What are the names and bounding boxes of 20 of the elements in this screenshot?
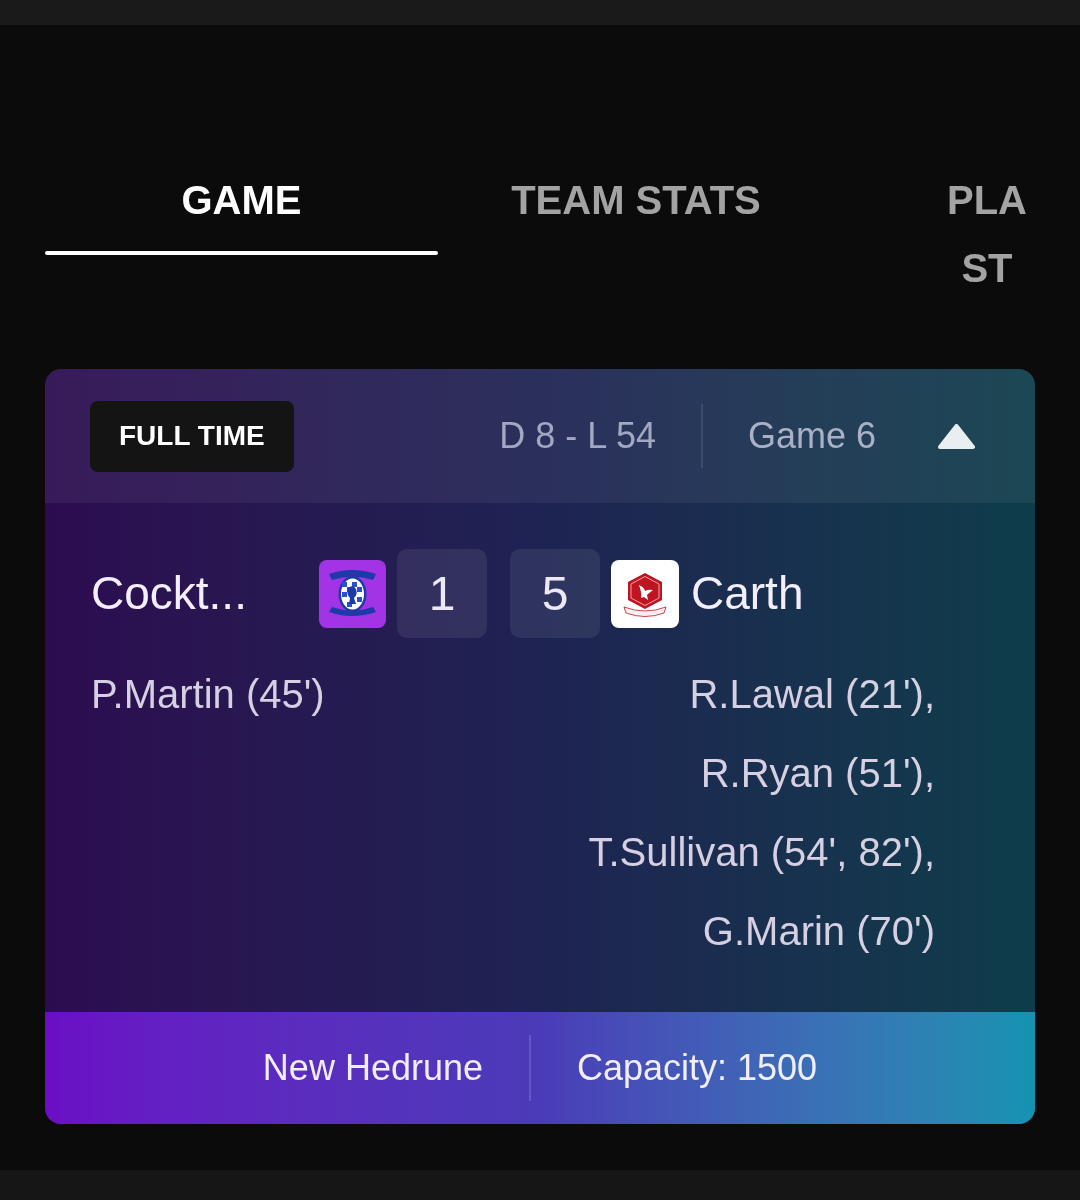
hexagon-bird-icon [611, 559, 679, 628]
score: 5 [510, 549, 600, 638]
record-text: D 8 - L 54 [499, 414, 656, 458]
status-badge: FULL TIME [90, 400, 294, 472]
game-number: Game 6 [747, 414, 876, 458]
crest-icon [319, 559, 386, 628]
scorer-text: P.Martin (45') [91, 671, 325, 718]
tab[interactable]: GAME [45, 166, 438, 255]
scorer-text: R.Ryan (51'), [700, 750, 935, 797]
scorer-text: G.Marin (70') [702, 908, 935, 955]
score: 1 [397, 549, 487, 638]
away-team-name: Carth [691, 566, 804, 621]
capacity-text: Capacity: 1500 [577, 1046, 818, 1090]
home-team-name: Cockt... [91, 566, 247, 621]
venue-name: New Hedrune [262, 1046, 483, 1090]
tab[interactable]: TEAM STATS [438, 166, 834, 234]
triangle-icon[interactable] [938, 423, 975, 449]
tab[interactable]: PLA ST [941, 166, 1033, 302]
scorer-text: T.Sullivan (54', 82'), [588, 829, 935, 876]
scorer-text: R.Lawal (21'), [689, 671, 935, 718]
